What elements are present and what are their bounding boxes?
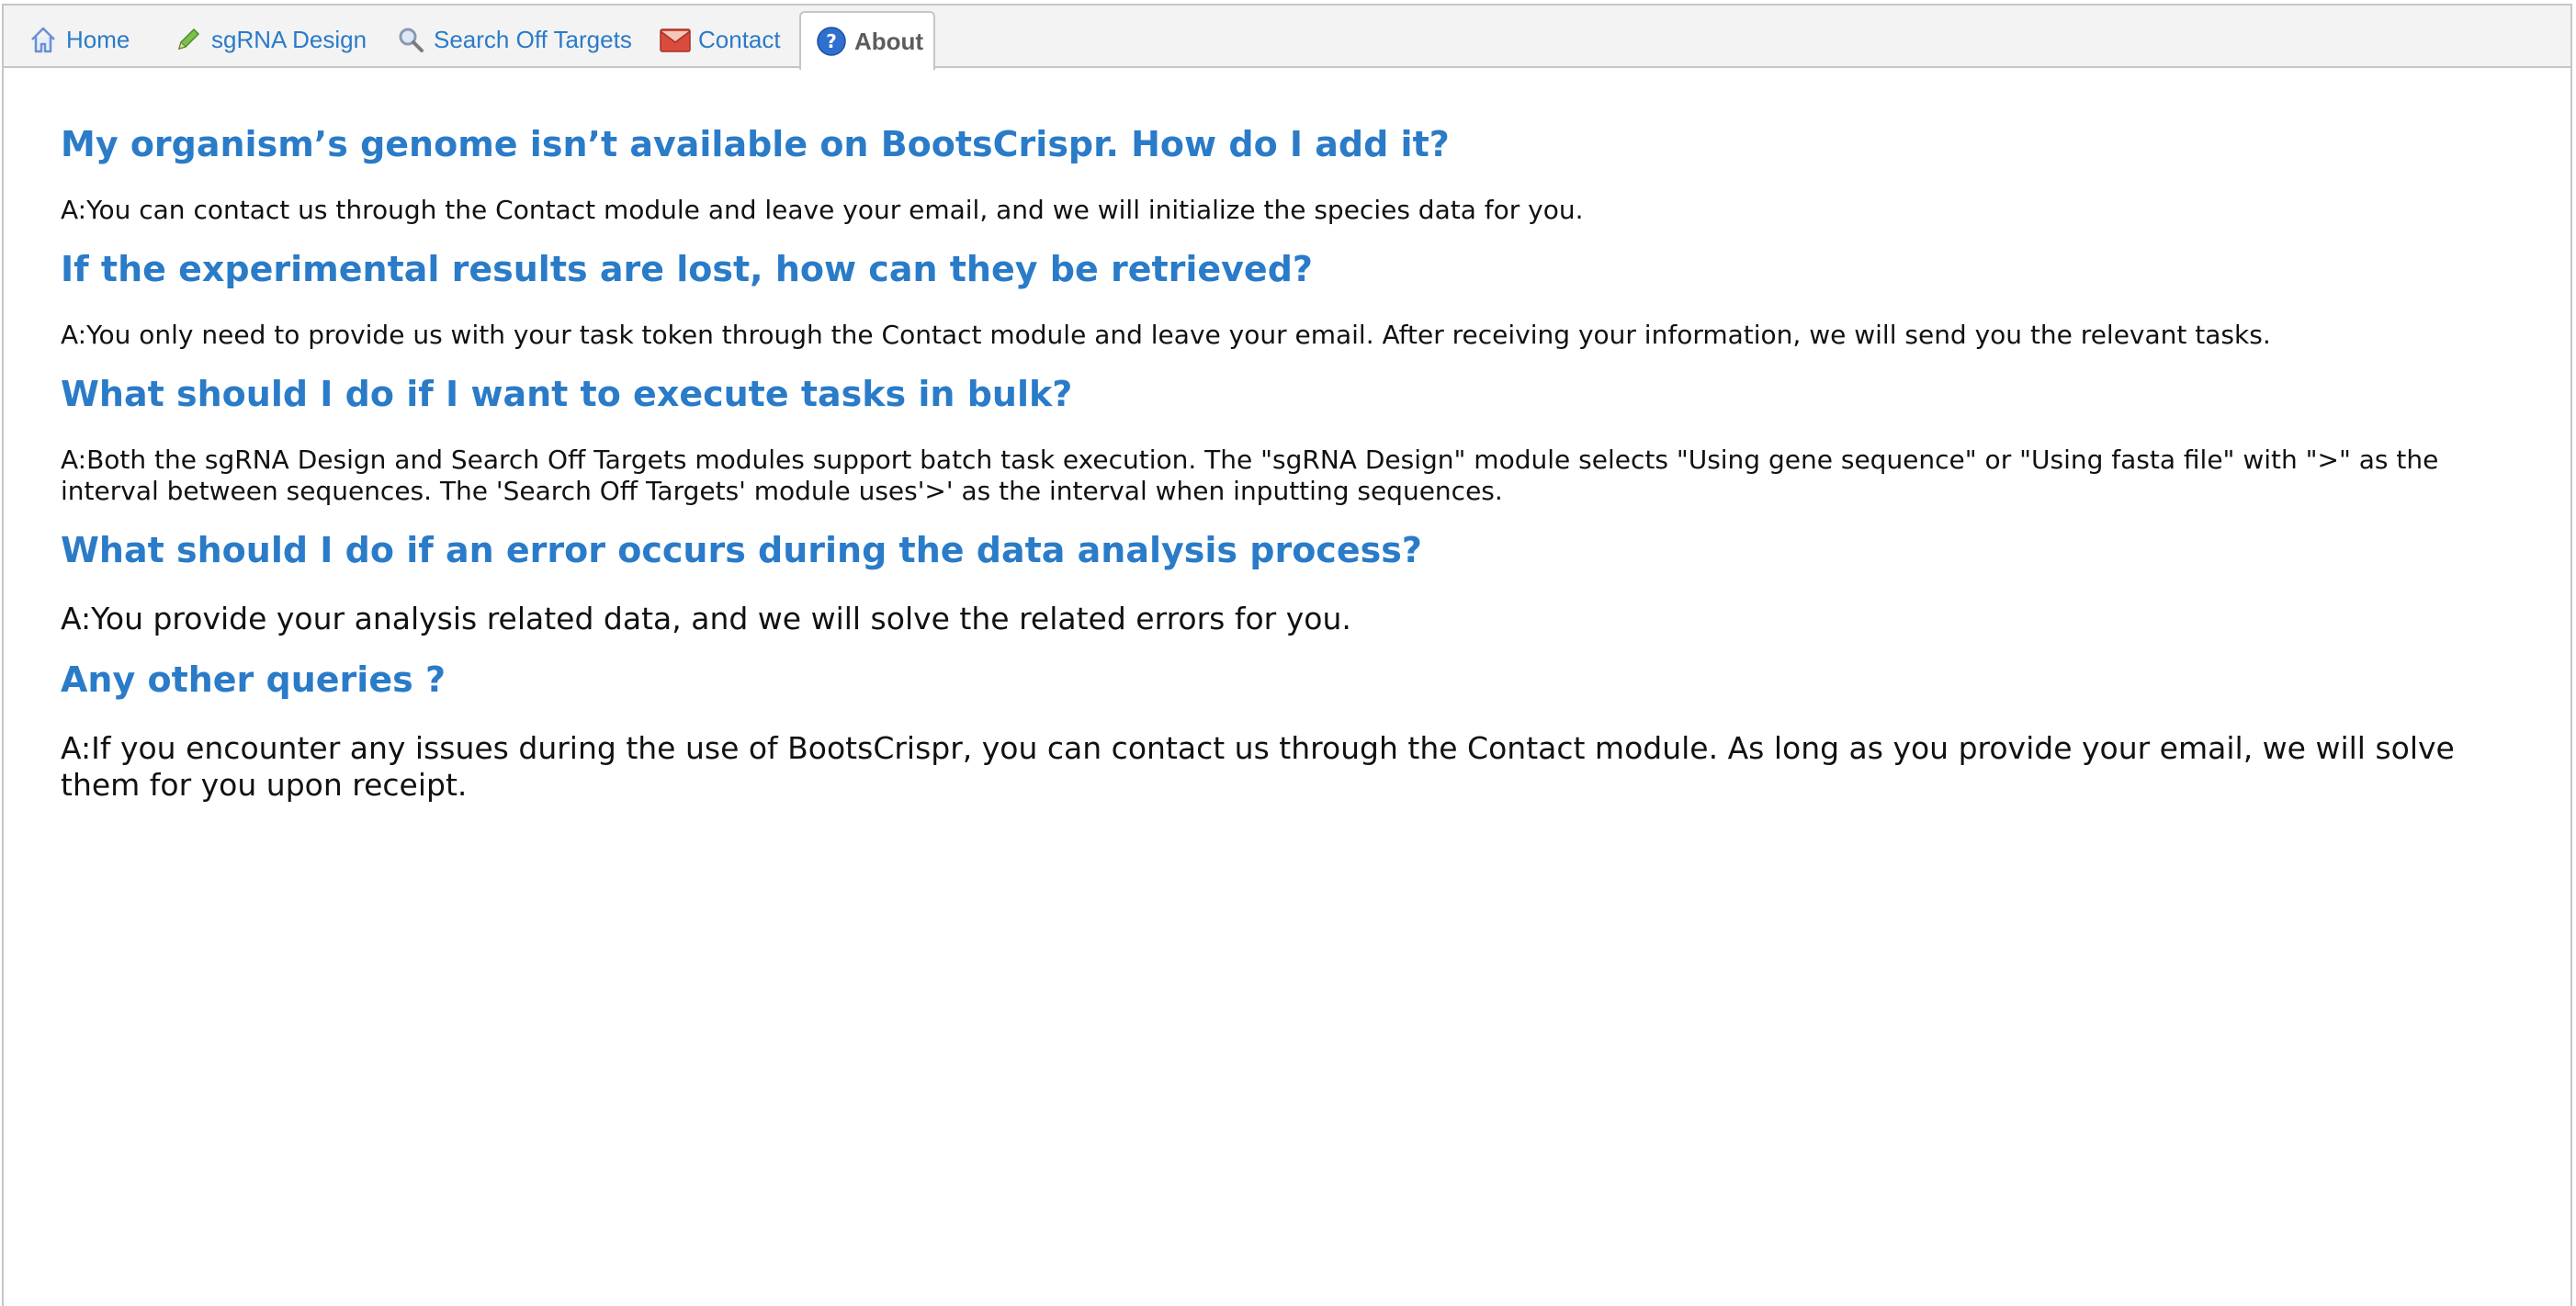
home-icon xyxy=(28,24,59,55)
faq-question: What should I do if an error occurs duri… xyxy=(61,530,1422,570)
tab-label: Contact xyxy=(698,25,781,53)
tab-contact[interactable]: Contact xyxy=(636,11,796,68)
faq-answer: A:Both the sgRNA Design and Search Off T… xyxy=(61,445,2439,506)
tab-label: sgRNA Design xyxy=(211,25,367,53)
pencil-icon xyxy=(173,24,204,55)
svg-text:?: ? xyxy=(826,30,837,52)
envelope-icon xyxy=(660,24,691,55)
faq-question: What should I do if I want to execute ta… xyxy=(61,374,1073,414)
tab-home[interactable]: Home xyxy=(4,11,144,68)
tab-label: Search Off Targets xyxy=(434,25,632,53)
question-icon: ? xyxy=(816,26,847,57)
tab-label: About xyxy=(854,27,924,55)
tab-about[interactable]: ? About xyxy=(799,11,935,70)
app-frame: Home sgRNA Design Search Off Targets Con… xyxy=(2,4,2572,1306)
faq-question: If the experimental results are lost, ho… xyxy=(61,249,1313,289)
tab-sgrna-design[interactable]: sgRNA Design xyxy=(149,11,381,68)
faq-question: My organism’s genome isn’t available on … xyxy=(61,124,1450,164)
magnifier-icon xyxy=(395,24,426,55)
faq-answer: A:You provide your analysis related data… xyxy=(61,601,1351,636)
faq-answer: A:If you encounter any issues during the… xyxy=(61,730,2455,803)
faq-answer: A:You can contact us through the Contact… xyxy=(61,195,1584,225)
faq-answer: A:You only need to provide us with your … xyxy=(61,320,2271,350)
faq-question: Any other queries ? xyxy=(61,659,446,700)
tab-search-off-targets[interactable]: Search Off Targets xyxy=(371,11,647,68)
tab-label: Home xyxy=(66,25,130,53)
tab-bar: Home sgRNA Design Search Off Targets Con… xyxy=(4,6,2570,70)
